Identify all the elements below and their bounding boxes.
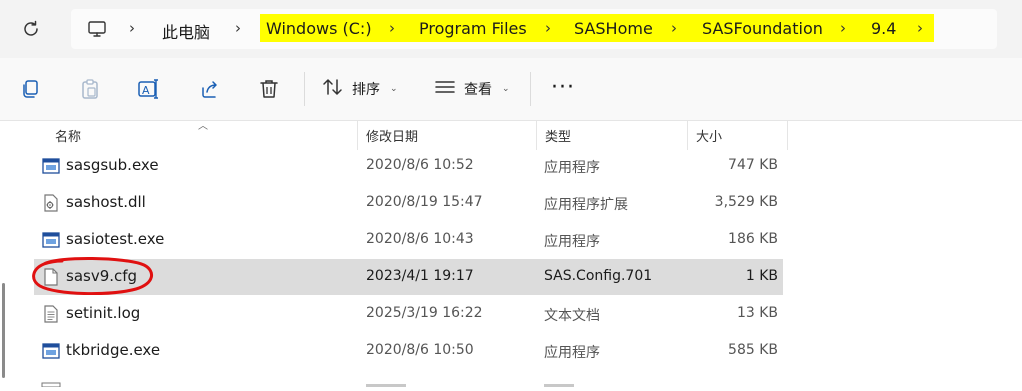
file-type: SAS.Config.701 [544, 268, 653, 284]
sort-icon [322, 77, 344, 101]
share-icon[interactable] [197, 76, 223, 102]
address-bar-row: › 此电脑 › Windows (C:) › Program Files › S… [0, 0, 1022, 58]
file-row[interactable]: sashost.dll 2020/8/19 15:47 应用程序扩展 3,529… [34, 185, 783, 221]
breadcrumb-sasfoundation[interactable]: SASFoundation [702, 19, 823, 38]
file-name[interactable]: sasv9.cfg [66, 267, 137, 285]
computer-icon[interactable] [87, 19, 107, 43]
view-button[interactable]: 查看 ⌄ [434, 76, 510, 102]
delete-icon[interactable] [256, 76, 282, 102]
breadcrumb-sashome[interactable]: SASHome [574, 19, 653, 38]
column-header-modified[interactable]: 修改日期 [366, 126, 418, 145]
file-type: 应用程序 [544, 234, 600, 250]
sort-ascending-icon: ︿ [198, 121, 208, 132]
file-modified: 2023/4/1 19:17 [366, 268, 474, 284]
chevron-down-icon: ⌄ [390, 84, 398, 94]
cfg-file-icon [42, 268, 60, 286]
breadcrumb-this-pc[interactable]: 此电脑 [162, 19, 210, 43]
column-header-name[interactable]: 名称 [55, 126, 81, 145]
file-modified: 2025/3/19 16:22 [366, 305, 483, 321]
chevron-right-icon[interactable]: › [129, 19, 135, 37]
column-divider[interactable] [536, 120, 537, 150]
chevron-down-icon: ⌄ [502, 84, 510, 94]
file-type: 应用程序 [544, 345, 600, 361]
column-header-row: ︿ 名称 修改日期 类型 大小 [0, 120, 1022, 150]
file-size: 1 KB [745, 268, 778, 284]
chevron-right-icon[interactable]: › [671, 19, 677, 37]
toolbar-divider [304, 72, 305, 106]
file-name[interactable]: sasiotest.exe [66, 230, 164, 248]
file-size: 13 KB [736, 305, 778, 321]
column-header-type[interactable]: 类型 [545, 126, 571, 145]
file-size: 747 KB [728, 157, 778, 173]
column-header-size[interactable]: 大小 [696, 126, 722, 145]
file-row-partial[interactable] [34, 372, 783, 388]
svg-text:A: A [142, 84, 150, 97]
file-type: 文本文档 [544, 308, 600, 324]
chevron-right-icon[interactable]: › [917, 19, 923, 37]
sort-button[interactable]: 排序 ⌄ [322, 76, 398, 102]
file-row[interactable]: sasgsub.exe 2020/8/6 10:52 应用程序 747 KB [34, 148, 783, 184]
chevron-right-icon[interactable]: › [545, 19, 551, 37]
sort-label: 排序 [352, 82, 380, 98]
rename-icon[interactable]: A [136, 76, 162, 102]
view-label: 查看 [464, 82, 492, 98]
file-size: 186 KB [728, 231, 778, 247]
chevron-right-icon[interactable]: › [389, 19, 395, 37]
chevron-right-icon[interactable]: › [235, 19, 241, 37]
view-icon [434, 77, 456, 101]
column-divider[interactable] [357, 120, 358, 150]
file-name[interactable]: sasgsub.exe [66, 156, 159, 174]
paste-icon[interactable] [77, 76, 103, 102]
file-name[interactable]: setinit.log [66, 304, 140, 322]
file-type: 应用程序扩展 [544, 197, 628, 213]
breadcrumb-9-4[interactable]: 9.4 [871, 19, 896, 38]
toolbar-divider [530, 72, 531, 106]
exe-icon [42, 157, 60, 175]
copy-icon[interactable] [17, 76, 43, 102]
file-modified: 2020/8/6 10:50 [366, 342, 474, 358]
dll-icon [42, 194, 60, 212]
file-size: 3,529 KB [714, 194, 778, 210]
file-name[interactable]: tkbridge.exe [66, 341, 160, 359]
breadcrumb-program-files[interactable]: Program Files [419, 19, 527, 38]
exe-icon [42, 342, 60, 360]
exe-icon [42, 231, 60, 249]
file-row[interactable]: setinit.log 2025/3/19 16:22 文本文档 13 KB [34, 296, 783, 332]
scrollbar[interactable] [2, 283, 5, 378]
chevron-right-icon[interactable]: › [840, 19, 846, 37]
file-size: 585 KB [728, 342, 778, 358]
column-divider[interactable] [687, 120, 688, 150]
file-row-selected[interactable]: sasv9.cfg 2023/4/1 19:17 SAS.Config.701 … [34, 259, 783, 295]
refresh-icon[interactable] [20, 18, 42, 40]
text-file-icon [42, 305, 60, 323]
more-options-button[interactable]: ··· [551, 77, 575, 99]
file-row[interactable]: sasiotest.exe 2020/8/6 10:43 应用程序 186 KB [34, 222, 783, 258]
breadcrumb-drive-c[interactable]: Windows (C:) [266, 19, 372, 38]
column-divider[interactable] [787, 120, 788, 150]
file-type: 应用程序 [544, 160, 600, 176]
command-bar: A 排序 ⌄ 查看 ⌄ ··· [0, 58, 1022, 121]
file-name[interactable]: sashost.dll [66, 193, 146, 211]
address-bar[interactable]: › 此电脑 › Windows (C:) › Program Files › S… [71, 9, 997, 49]
file-modified: 2020/8/6 10:52 [366, 157, 474, 173]
file-modified: 2020/8/19 15:47 [366, 194, 483, 210]
file-modified: 2020/8/6 10:43 [366, 231, 474, 247]
file-row[interactable]: tkbridge.exe 2020/8/6 10:50 应用程序 585 KB [34, 333, 783, 369]
